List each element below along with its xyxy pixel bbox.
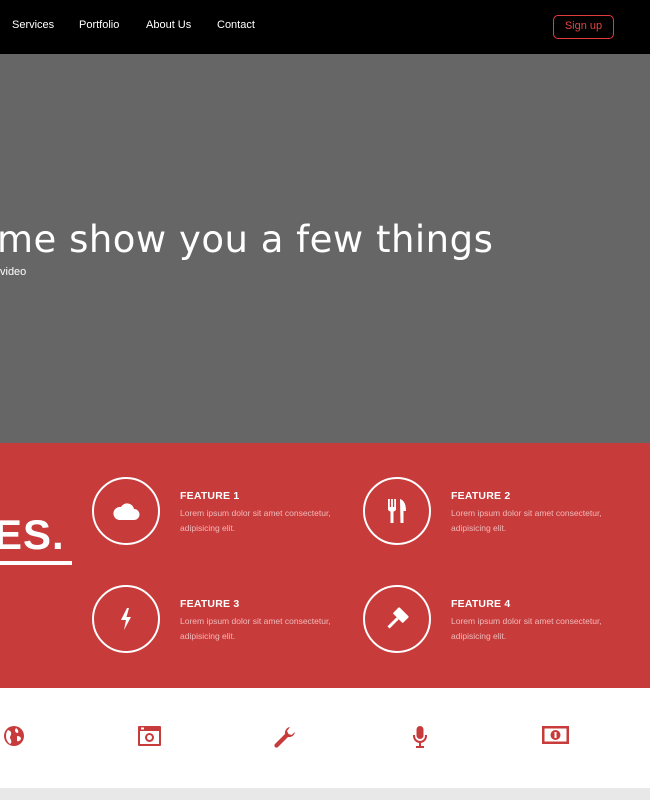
hero-section: me show you a few things video [0, 54, 650, 443]
top-navbar: Services Portfolio About Us Contact Sign… [0, 0, 650, 54]
signup-button[interactable]: Sign up [553, 15, 614, 39]
cloud-icon [113, 503, 140, 520]
features-heading-underline [0, 561, 72, 565]
nav-link-portfolio[interactable]: Portfolio [79, 19, 119, 31]
globe-icon [4, 726, 24, 746]
nav-link-contact[interactable]: Contact [217, 19, 255, 31]
wrench-icon [274, 727, 295, 748]
fork-knife-icon [388, 499, 406, 523]
money-icon [542, 726, 569, 744]
features-section: ES. FEATURE 1 Lorem ipsum dolor sit amet… [0, 443, 650, 688]
nav-link-about-us[interactable]: About Us [146, 19, 191, 31]
hero-title: me show you a few things [0, 218, 494, 261]
gavel-icon [387, 607, 409, 629]
feature-4-title: FEATURE 4 [451, 598, 511, 610]
nav-link-services[interactable]: Services [12, 19, 54, 31]
icon-strip [0, 688, 650, 788]
features-heading: ES. [0, 511, 65, 558]
bolt-icon [121, 608, 131, 630]
feature-4-text: Lorem ipsum dolor sit amet consectetur, … [451, 616, 602, 641]
feature-2-title: FEATURE 2 [451, 490, 511, 502]
feature-3-icon-circle [92, 585, 160, 653]
feature-3-title: FEATURE 3 [180, 598, 240, 610]
hero-subtitle: video [0, 266, 27, 278]
bottom-band [0, 788, 650, 800]
microphone-icon [413, 726, 427, 748]
feature-2-text: Lorem ipsum dolor sit amet consectetur, … [451, 508, 602, 533]
feature-3-text: Lorem ipsum dolor sit amet consectetur, … [180, 616, 331, 641]
feature-2-icon-circle [363, 477, 431, 545]
feature-1-title: FEATURE 1 [180, 490, 240, 502]
feature-4-icon-circle [363, 585, 431, 653]
feature-1-icon-circle [92, 477, 160, 545]
camera-icon [138, 726, 161, 746]
feature-1-text: Lorem ipsum dolor sit amet consectetur, … [180, 508, 331, 533]
